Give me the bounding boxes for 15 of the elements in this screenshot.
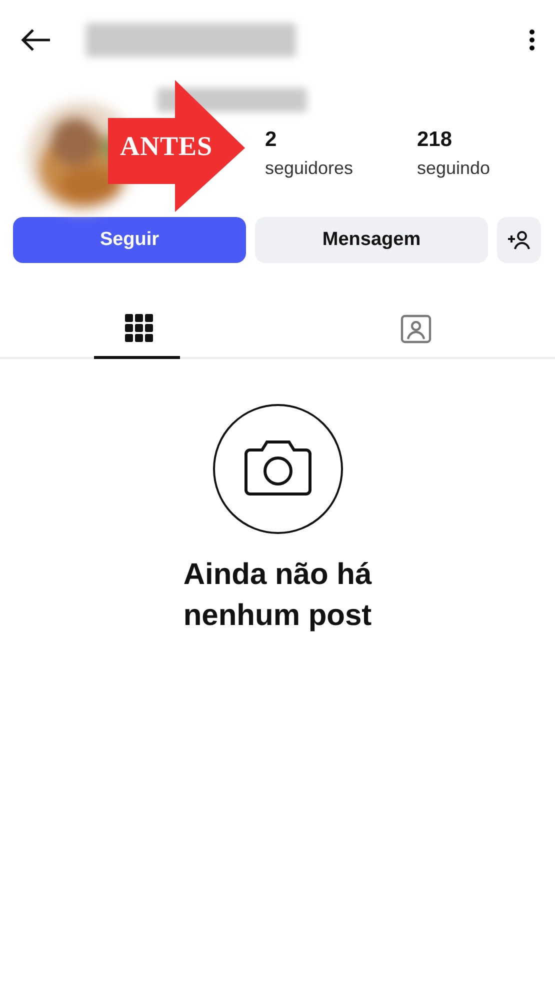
add-person-button[interactable]	[497, 217, 541, 263]
more-icon[interactable]	[529, 29, 535, 51]
camera-icon	[242, 440, 314, 498]
annotation-label: ANTES	[120, 131, 213, 162]
stat-label: seguidores	[265, 158, 354, 179]
person-tag-icon	[400, 312, 432, 344]
empty-state-title: Ainda não há nenhum post	[182, 557, 373, 634]
stat-label: seguindo	[417, 158, 492, 179]
back-icon[interactable]	[20, 28, 52, 52]
add-person-icon	[507, 230, 531, 250]
follow-button[interactable]: Seguir	[13, 217, 246, 263]
stat-value: 218	[417, 128, 454, 152]
grid-icon	[124, 314, 153, 342]
message-button[interactable]: Mensagem	[255, 217, 488, 263]
stat-value: 2	[265, 128, 278, 152]
